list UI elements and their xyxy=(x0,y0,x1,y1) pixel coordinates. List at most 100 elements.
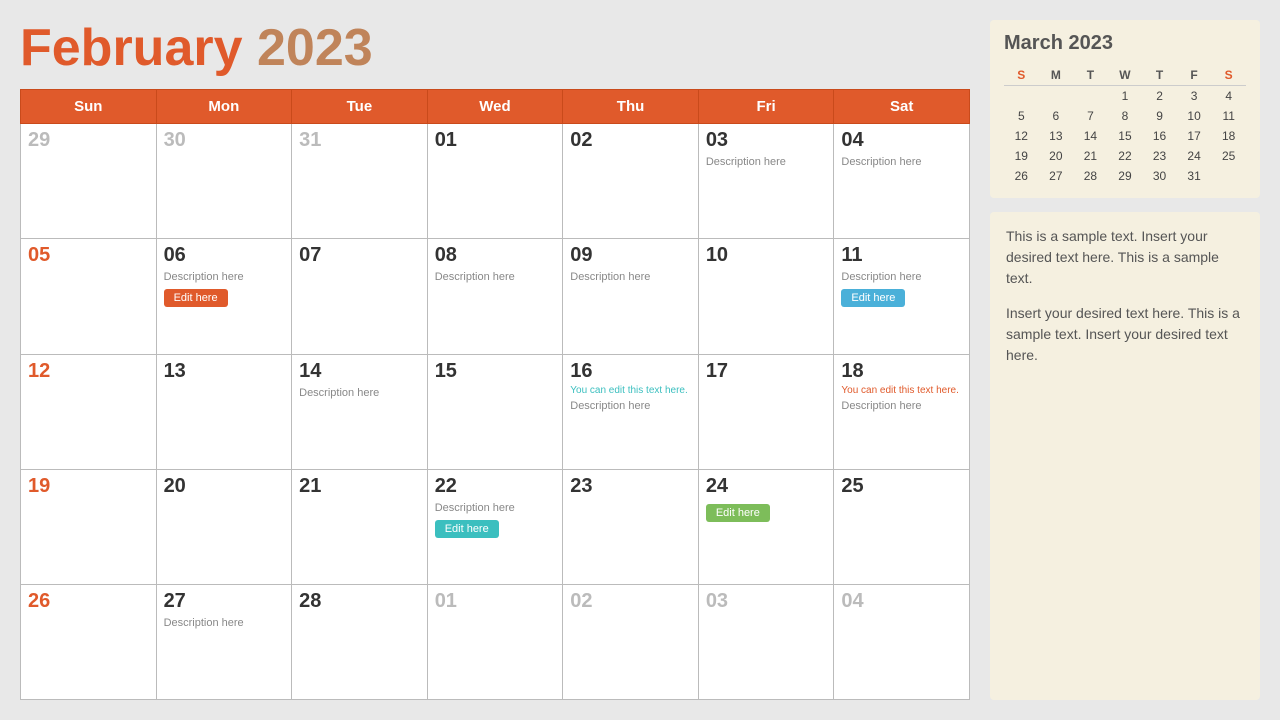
calendar-cell: 16 You can edit this text here. Descriptio… xyxy=(563,354,699,469)
mini-cal-cell: 12 xyxy=(1004,126,1039,146)
calendar-cell: 29 xyxy=(21,124,157,239)
mini-cal-cell: 25 xyxy=(1211,146,1246,166)
mini-cal-cell: 10 xyxy=(1177,106,1212,126)
day-number: 17 xyxy=(706,360,827,383)
mini-cal-cell: 6 xyxy=(1039,106,1074,126)
calendar-cell: 26 xyxy=(21,584,157,699)
mini-cal-cell: 30 xyxy=(1142,166,1177,186)
day-number: 28 xyxy=(299,590,420,613)
day-number: 29 xyxy=(28,129,149,152)
mini-cal-cell: 7 xyxy=(1073,106,1108,126)
cell-description: Description here xyxy=(164,617,285,629)
sidebar: March 2023 SMTWTFS 123456789101112131415… xyxy=(990,20,1260,700)
mini-cal-cell: 16 xyxy=(1142,126,1177,146)
day-number: 04 xyxy=(841,590,962,613)
edit-button[interactable]: Edit here xyxy=(164,289,228,307)
day-number: 01 xyxy=(435,129,556,152)
day-number: 03 xyxy=(706,590,827,613)
day-number: 06 xyxy=(164,244,285,267)
calendar-cell: 17 xyxy=(698,354,834,469)
cell-description: Description here xyxy=(570,400,691,412)
calendar-cell: 28 xyxy=(292,584,428,699)
calendar-cell: 01 xyxy=(427,124,563,239)
edit-button[interactable]: Edit here xyxy=(841,289,905,307)
cell-description: Description here xyxy=(164,271,285,283)
mini-cal-cell: 26 xyxy=(1004,166,1039,186)
cell-description: Description here xyxy=(435,271,556,283)
calendar-row: 2627Description here2801020304 xyxy=(21,584,970,699)
day-number: 27 xyxy=(164,590,285,613)
mini-cal-cell: 24 xyxy=(1177,146,1212,166)
day-number: 11 xyxy=(841,244,962,267)
day-number: 02 xyxy=(570,129,691,152)
day-number: 19 xyxy=(28,475,149,498)
mini-cal-header-cell: S xyxy=(1211,65,1246,86)
mini-cal-cell: 18 xyxy=(1211,126,1246,146)
mini-cal-row: 567891011 xyxy=(1004,106,1246,126)
day-number: 24 xyxy=(706,475,827,498)
day-number: 22 xyxy=(435,475,556,498)
day-number: 04 xyxy=(841,129,962,152)
mini-cal-title: March 2023 xyxy=(1004,32,1246,55)
mini-cal-cell: 9 xyxy=(1142,106,1177,126)
calendar-cell: 24 Edit here xyxy=(698,469,834,584)
mini-cal-cell: 5 xyxy=(1004,106,1039,126)
mini-cal-cell: 22 xyxy=(1108,146,1143,166)
day-number: 07 xyxy=(299,244,420,267)
sidebar-text-2: Insert your desired text here. This is a… xyxy=(1006,303,1244,366)
day-number: 08 xyxy=(435,244,556,267)
mini-cal-header-cell: T xyxy=(1073,65,1108,86)
mini-cal-cell xyxy=(1211,166,1246,186)
page-title: February 2023 xyxy=(20,20,970,77)
day-number: 16 xyxy=(570,360,691,383)
day-number: 31 xyxy=(299,129,420,152)
mini-cal-cell: 15 xyxy=(1108,126,1143,146)
mini-cal-header-cell: W xyxy=(1108,65,1143,86)
day-number: 05 xyxy=(28,244,149,267)
calendar-cell: 03Description here xyxy=(698,124,834,239)
calendar-cell: 04 xyxy=(834,584,970,699)
calendar-row: 05 06 Description here Edit here 07 08 Descrip… xyxy=(21,239,970,354)
month-label: February xyxy=(20,19,243,77)
day-number: 18 xyxy=(841,360,962,383)
cell-note-teal: You can edit this text here. xyxy=(570,385,691,396)
edit-button[interactable]: Edit here xyxy=(435,520,499,538)
mini-cal-header-cell: M xyxy=(1039,65,1074,86)
day-number: 12 xyxy=(28,360,149,383)
calendar-cell: 04Description here xyxy=(834,124,970,239)
day-number: 13 xyxy=(164,360,285,383)
day-number: 25 xyxy=(841,475,962,498)
mini-cal-cell: 29 xyxy=(1108,166,1143,186)
sidebar-text-box: This is a sample text. Insert your desir… xyxy=(990,212,1260,700)
calendar-cell: 25 xyxy=(834,469,970,584)
sidebar-text-1: This is a sample text. Insert your desir… xyxy=(1006,226,1244,289)
mini-cal-cell: 21 xyxy=(1073,146,1108,166)
mini-cal-cell xyxy=(1039,86,1074,107)
day-number: 15 xyxy=(435,360,556,383)
mini-cal-header-cell: S xyxy=(1004,65,1039,86)
calendar-cell: 31 xyxy=(292,124,428,239)
day-number: 10 xyxy=(706,244,827,267)
mini-cal-cell: 2 xyxy=(1142,86,1177,107)
edit-button[interactable]: Edit here xyxy=(706,504,770,522)
calendar-cell: 30 xyxy=(156,124,292,239)
mini-cal-cell: 13 xyxy=(1039,126,1074,146)
day-number: 09 xyxy=(570,244,691,267)
mini-cal-cell: 17 xyxy=(1177,126,1212,146)
calendar-cell: 21 xyxy=(292,469,428,584)
cell-description: Description here xyxy=(706,156,827,168)
mini-cal-cell: 3 xyxy=(1177,86,1212,107)
mini-cal-cell: 11 xyxy=(1211,106,1246,126)
day-number: 01 xyxy=(435,590,556,613)
mini-cal-cell xyxy=(1004,86,1039,107)
calendar-cell: 22Description hereEdit here xyxy=(427,469,563,584)
mini-cal-cell: 31 xyxy=(1177,166,1212,186)
day-number: 30 xyxy=(164,129,285,152)
day-number: 20 xyxy=(164,475,285,498)
cell-description: Description here xyxy=(299,387,420,399)
cell-description: Description here xyxy=(841,400,962,412)
calendar-cell: 06 Description here Edit here xyxy=(156,239,292,354)
day-number: 21 xyxy=(299,475,420,498)
calendar-row: 19202122Description hereEdit here2324Edi… xyxy=(21,469,970,584)
calendar-cell: 27 Description here xyxy=(156,584,292,699)
